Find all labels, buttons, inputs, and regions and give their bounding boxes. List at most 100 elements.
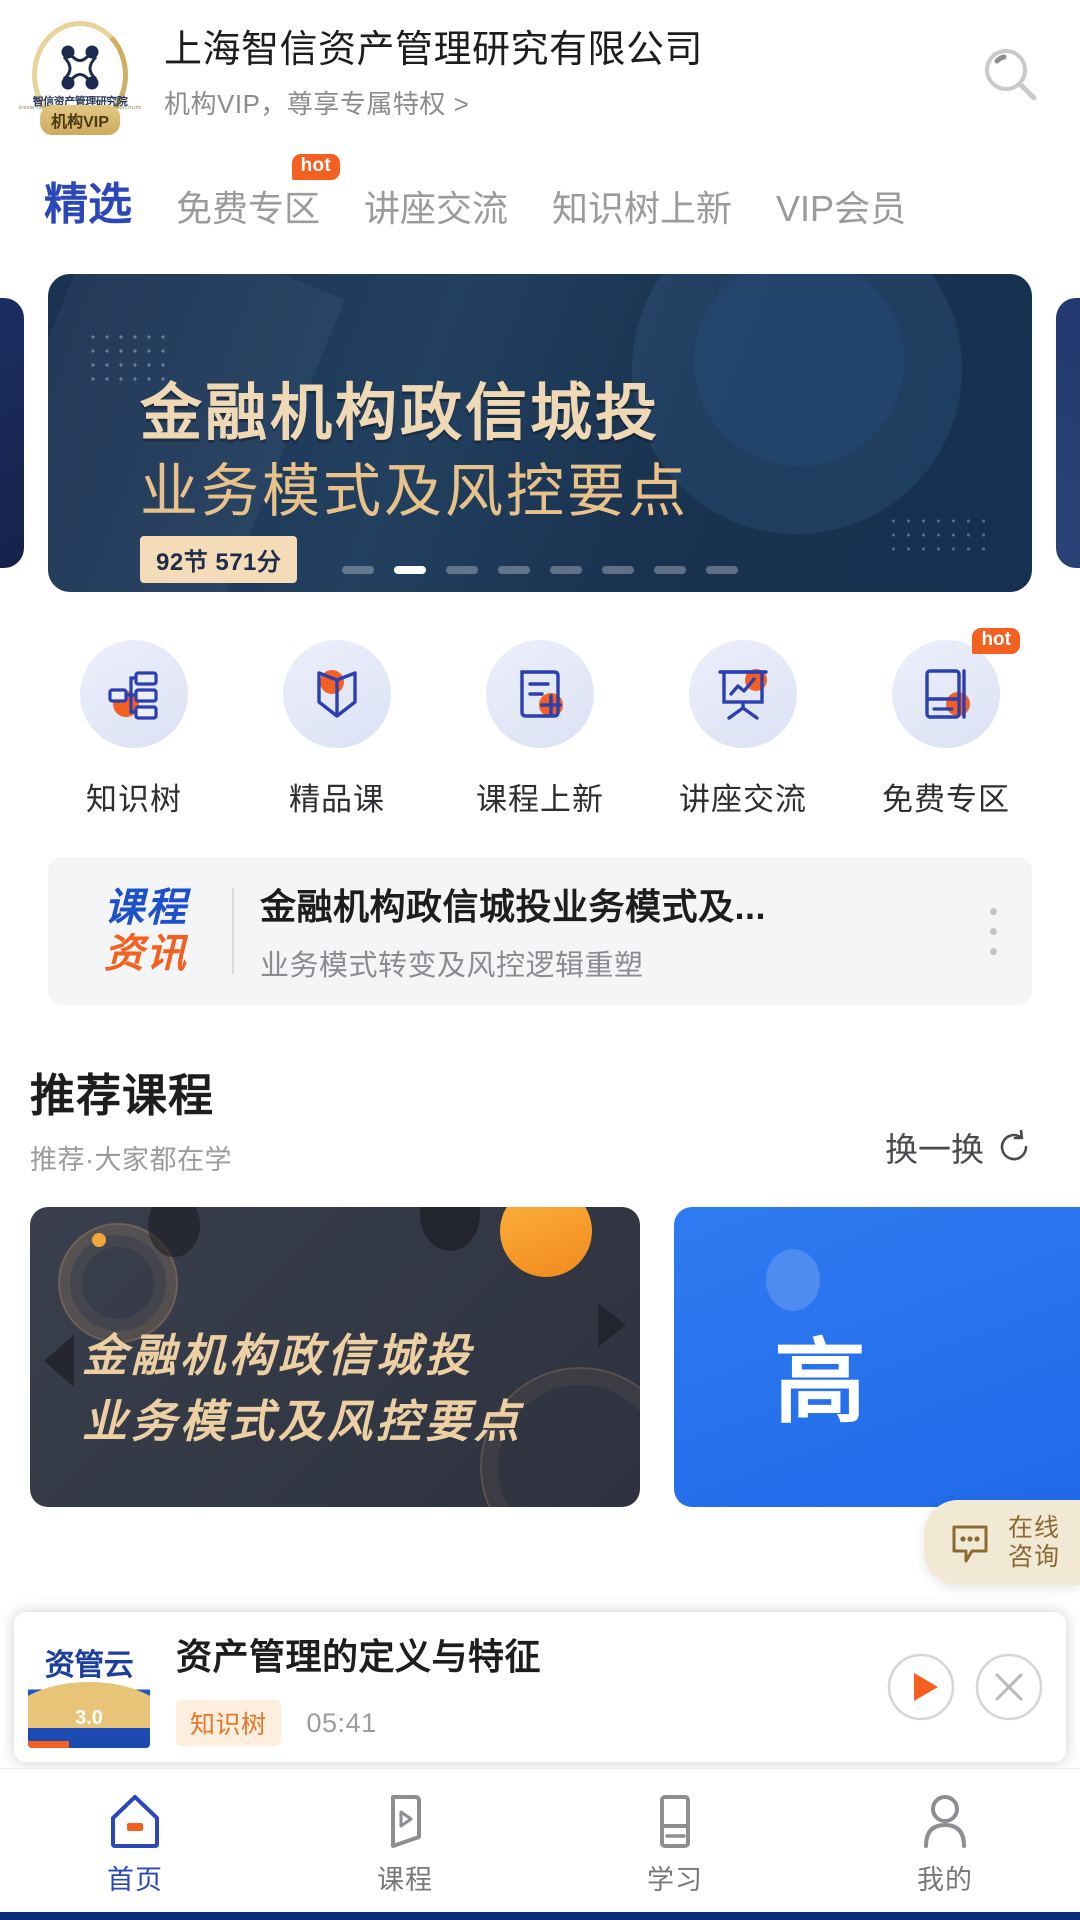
quick-entry-label: 课程上新 <box>476 782 604 817</box>
quick-entry-grid: 知识树 精品课 课程上新 讲座交流 hot 免费专区 <box>0 598 1080 819</box>
quick-entry-free-zone[interactable]: hot 免费专区 <box>866 628 1026 819</box>
quick-entry-new-course[interactable]: 课程上新 <box>460 640 620 819</box>
recommend-section-header: 推荐课程 推荐·大家都在学 换一换 <box>0 1005 1080 1177</box>
chat-bubble-icon <box>952 1525 988 1562</box>
presentation-icon <box>718 669 768 720</box>
hot-badge: hot <box>291 154 341 180</box>
add-document-icon <box>520 670 563 718</box>
tab-mianfeizhuanqu[interactable]: 免费专区 hot <box>154 154 342 238</box>
banner-stats-badge: 92节 571分 <box>140 536 298 583</box>
quick-entry-icon-bg <box>283 640 391 748</box>
refresh-button[interactable]: 换一换 <box>885 1123 1032 1177</box>
nav-item-home[interactable]: 首页 <box>0 1769 270 1920</box>
pagination-dot-active[interactable] <box>394 566 426 574</box>
recommend-card-list[interactable]: 金融机构政信城投 业务模式及风控要点 高 <box>0 1177 1080 1507</box>
search-button[interactable] <box>976 40 1046 110</box>
quick-entry-label: 讲座交流 <box>679 782 807 817</box>
player-thumb-version: 3.0 <box>75 1707 103 1729</box>
logo-emblem-icon <box>61 45 99 90</box>
category-tabs[interactable]: 精选 免费专区 hot 讲座交流 知识树上新 VIP会员 <box>0 150 1080 238</box>
player-thumb-brand: 资管云 <box>44 1649 134 1682</box>
play-icon <box>887 1653 955 1721</box>
player-info: 资产管理的定义与特征 知识树 05:41 <box>150 1628 868 1746</box>
mini-player-bar[interactable]: 资管云 3.0 资产管理的定义与特征 知识树 05:41 <box>14 1612 1066 1762</box>
player-close-button[interactable] <box>974 1652 1044 1722</box>
nav-item-course[interactable]: 课程 <box>270 1769 540 1920</box>
pagination-dot[interactable] <box>498 566 530 574</box>
player-category-tag: 知识树 <box>176 1700 281 1746</box>
study-icon <box>660 1795 690 1848</box>
banner-carousel[interactable]: 金融机构政信城投 业务模式及风控要点 92节 571分 <box>0 268 1080 598</box>
nav-item-profile[interactable]: 我的 <box>810 1769 1080 1920</box>
banner-slide-active[interactable]: 金融机构政信城投 业务模式及风控要点 92节 571分 <box>48 274 1032 592</box>
nav-label: 首页 <box>107 1865 163 1895</box>
org-name: 上海智信资产管理研究有限公司 <box>164 28 704 71</box>
card-orange-blob-decor <box>500 1207 592 1277</box>
card-dark-blob-decor-2 <box>420 1207 480 1251</box>
pagination-dot[interactable] <box>706 566 738 574</box>
news-logo-top: 课程 <box>104 886 188 930</box>
quick-entry-icon-bg <box>80 640 188 748</box>
tab-label: 讲座交流 <box>364 188 509 229</box>
news-title: 金融机构政信城投业务模式及... <box>260 886 767 927</box>
nav-item-study[interactable]: 学习 <box>540 1769 810 1920</box>
nav-label: 学习 <box>647 1865 703 1895</box>
card-triangle-decor <box>44 1335 74 1387</box>
hot-badge: hot <box>972 628 1020 654</box>
close-icon <box>975 1653 1043 1721</box>
course-card-big-text: 高 <box>774 1332 869 1434</box>
logo-vip-badge: 机构VIP <box>40 105 120 135</box>
refresh-icon <box>1000 1129 1028 1161</box>
knowledge-tree-icon <box>108 671 158 720</box>
banner-next-peek[interactable] <box>1056 298 1080 568</box>
quick-entry-premium-course[interactable]: 精品课 <box>257 640 417 819</box>
news-logo: 课程 资讯 <box>82 888 216 974</box>
open-book-icon <box>317 670 357 718</box>
course-news-strip[interactable]: 课程 资讯 金融机构政信城投业务模式及... 业务模式转变及风控逻辑重塑 <box>48 857 1032 1005</box>
news-body: 金融机构政信城投业务模式及... 业务模式转变及风控逻辑重塑 <box>260 878 978 984</box>
tab-label: VIP会员 <box>776 188 907 229</box>
org-logo[interactable]: 智信资产管理研究院 ZHIXIN ASSET MANAGEMENT RESEAR… <box>18 17 141 135</box>
tab-zhishishushangxin[interactable]: 知识树上新 <box>530 180 754 238</box>
news-divider <box>232 888 234 974</box>
nav-label: 课程 <box>377 1865 433 1895</box>
banner-dot-grid-decor-2 <box>886 514 996 554</box>
online-consult-button[interactable]: 在线 咨询 <box>923 1500 1080 1585</box>
pagination-dot[interactable] <box>446 566 478 574</box>
quick-entry-icon-bg <box>689 640 797 748</box>
pagination-dot[interactable] <box>550 566 582 574</box>
quick-entry-lecture[interactable]: 讲座交流 <box>663 640 823 819</box>
quick-entry-label: 免费专区 <box>882 782 1010 817</box>
tab-label: 免费专区 <box>176 188 321 229</box>
course-card-title-line2: 业务模式及风控要点 <box>82 1396 524 1447</box>
banner-title-line1: 金融机构政信城投 <box>140 379 661 448</box>
header-text-block: 上海智信资产管理研究有限公司 机构VIP，尊享专属特权 > <box>164 29 976 122</box>
recommend-title-block: 推荐课程 推荐·大家都在学 <box>30 1059 885 1177</box>
vip-privilege-link[interactable]: 机构VIP，尊享专属特权 > <box>164 84 976 121</box>
player-meta-row: 知识树 05:41 <box>176 1700 868 1746</box>
bottom-navigation[interactable]: 首页 课程 学习 我的 <box>0 1768 1080 1920</box>
player-play-button[interactable] <box>886 1652 956 1722</box>
app-header: 智信资产管理研究院 ZHIXIN ASSET MANAGEMENT RESEAR… <box>0 0 1080 150</box>
home-icon <box>111 1795 159 1848</box>
pagination-dot[interactable] <box>342 566 374 574</box>
tab-vip-member[interactable]: VIP会员 <box>754 180 928 238</box>
banner-prev-peek[interactable] <box>0 298 24 568</box>
news-more-button[interactable] <box>978 907 1008 955</box>
course-card-1[interactable]: 金融机构政信城投 业务模式及风控要点 <box>30 1207 640 1507</box>
tab-jingxuan[interactable]: 精选 <box>22 168 154 238</box>
course-card-2[interactable]: 高 <box>674 1207 1080 1507</box>
card-blue-blob-decor <box>766 1249 820 1311</box>
pagination-dot[interactable] <box>654 566 686 574</box>
quick-entry-knowledge-tree[interactable]: 知识树 <box>54 640 214 819</box>
card-triangle-decor-right <box>598 1303 626 1347</box>
banner-title-line2: 业务模式及风控要点 <box>140 459 690 524</box>
player-thumbnail[interactable]: 资管云 3.0 <box>28 1626 150 1748</box>
player-progress-bar <box>28 1741 70 1748</box>
refresh-label: 换一换 <box>885 1131 984 1168</box>
pagination-dot[interactable] <box>602 566 634 574</box>
more-vertical-icon-dot <box>989 907 997 915</box>
consult-line2: 咨询 <box>1007 1542 1060 1571</box>
tab-jiangzuojiaoliu[interactable]: 讲座交流 <box>342 180 530 238</box>
banner-pagination[interactable] <box>48 566 1032 574</box>
